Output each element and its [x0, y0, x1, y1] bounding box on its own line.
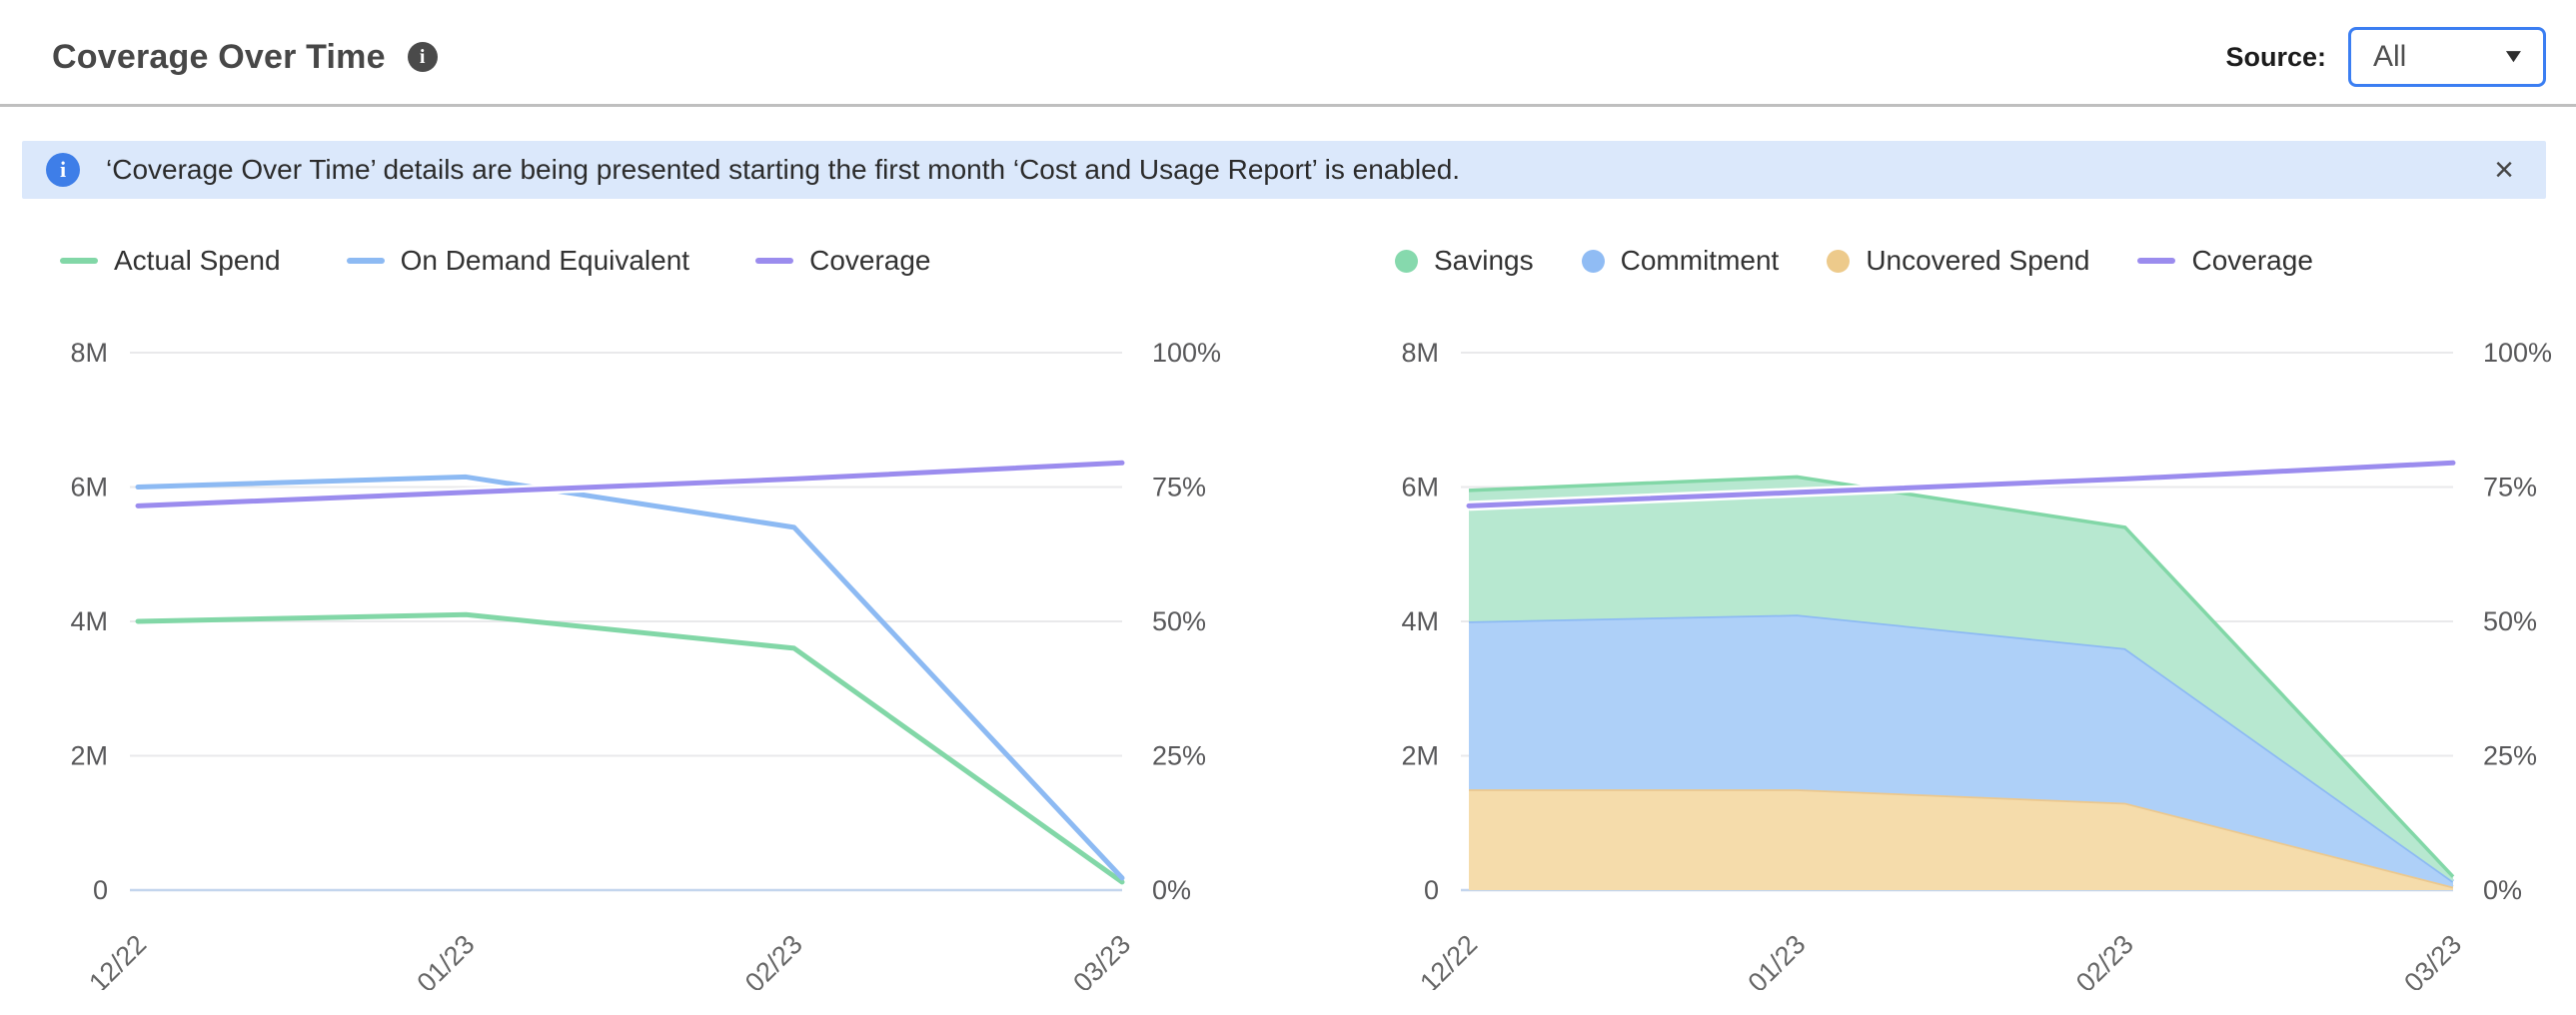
left-axis-tick: 0 — [1424, 875, 1439, 905]
coverage-swatch-icon — [2137, 258, 2175, 264]
info-icon[interactable]: i — [408, 42, 438, 72]
legend-item-on-demand-equivalent[interactable]: On Demand Equivalent — [347, 245, 690, 277]
legend-item-commitment[interactable]: Commitment — [1582, 245, 1780, 277]
x-axis-label: 03/23 — [1067, 929, 1136, 990]
right-axis-tick: 100% — [1152, 338, 1221, 368]
left-axis-tick: 8M — [70, 338, 108, 368]
x-axis-label: 01/23 — [412, 929, 481, 990]
on-demand-equivalent-swatch-icon — [347, 258, 385, 264]
info-banner: i ‘Coverage Over Time’ details are being… — [22, 141, 2546, 199]
area-chart-svg: 8M 100% 6M 75% 4M 50% 2M 25% 0 0% 12/22 01/23 02/23 0… — [1359, 291, 2576, 990]
left-axis-tick: 8M — [1401, 338, 1439, 368]
x-axis-label: 12/22 — [83, 929, 152, 990]
panel-header: Coverage Over Time i Source: All ▼ — [0, 0, 2576, 107]
legend-label: Actual Spend — [114, 245, 281, 277]
coverage-swatch-icon — [755, 258, 793, 264]
left-axis-tick: 0 — [93, 875, 108, 905]
legend-label: On Demand Equivalent — [401, 245, 690, 277]
spend-coverage-line-chart: Actual Spend On Demand Equivalent Coverage… — [28, 239, 1267, 990]
banner-info-icon: i — [46, 153, 80, 187]
left-axis-tick: 2M — [1401, 741, 1439, 771]
actual-spend-swatch-icon — [60, 258, 98, 264]
series-on-demand-equivalent — [138, 477, 1122, 877]
banner-text: ‘Coverage Over Time’ details are being p… — [106, 154, 1460, 186]
left-axis-tick: 6M — [70, 473, 108, 503]
left-axis-tick: 6M — [1401, 473, 1439, 503]
left-axis-tick: 4M — [1401, 606, 1439, 636]
left-axis-tick: 4M — [70, 606, 108, 636]
legend-item-actual-spend[interactable]: Actual Spend — [60, 245, 281, 277]
commitment-swatch-icon — [1582, 250, 1605, 273]
source-dropdown[interactable]: All ▼ — [2348, 27, 2546, 87]
source-label: Source: — [2225, 42, 2326, 73]
series-actual-spend — [138, 614, 1122, 882]
x-axis-label: 02/23 — [2070, 929, 2139, 990]
right-axis-tick: 50% — [2483, 606, 2537, 636]
right-axis-tick: 75% — [2483, 473, 2537, 503]
x-axis-label: 02/23 — [739, 929, 808, 990]
legend-item-uncovered-spend[interactable]: Uncovered Spend — [1827, 245, 2089, 277]
chevron-down-icon: ▼ — [2501, 46, 2526, 68]
banner-info-icon-glyph: i — [60, 157, 66, 183]
x-axis-label: 12/22 — [1414, 929, 1483, 990]
panel-header-left: Coverage Over Time i — [52, 38, 438, 77]
info-icon-glyph: i — [420, 46, 426, 69]
right-axis-tick: 0% — [1152, 875, 1191, 905]
legend-label: Coverage — [809, 245, 930, 277]
right-axis-tick: 75% — [1152, 473, 1206, 503]
panel-header-right: Source: All ▼ — [2225, 27, 2546, 87]
uncovered-spend-swatch-icon — [1827, 250, 1850, 273]
legend-label: Commitment — [1621, 245, 1780, 277]
source-dropdown-value: All — [2373, 40, 2406, 74]
savings-swatch-icon — [1395, 250, 1418, 273]
legend-item-coverage[interactable]: Coverage — [755, 245, 930, 277]
charts-row: Actual Spend On Demand Equivalent Coverage… — [0, 199, 2576, 990]
legend-label: Coverage — [2191, 245, 2312, 277]
x-axis-label: 01/23 — [1743, 929, 1812, 990]
area-chart-legend: Savings Commitment Uncovered Spend Coverage — [1359, 239, 2576, 283]
left-axis-tick: 2M — [70, 741, 108, 771]
right-axis-tick: 100% — [2483, 338, 2552, 368]
legend-label: Savings — [1434, 245, 1534, 277]
right-axis-tick: 25% — [2483, 741, 2537, 771]
line-chart-legend: Actual Spend On Demand Equivalent Coverage — [28, 239, 1267, 283]
coverage-over-time-panel: Coverage Over Time i Source: All ▼ i ‘Co… — [0, 0, 2576, 1015]
right-axis-tick: 50% — [1152, 606, 1206, 636]
page-title: Coverage Over Time — [52, 38, 386, 77]
right-axis-tick: 0% — [2483, 875, 2522, 905]
legend-label: Uncovered Spend — [1866, 245, 2089, 277]
legend-item-savings[interactable]: Savings — [1395, 245, 1534, 277]
legend-item-coverage[interactable]: Coverage — [2137, 245, 2312, 277]
line-chart-svg: 8M 100% 6M 75% 4M 50% 2M 25% 0 0% 12/22 01/23 02/23 0… — [28, 291, 1267, 990]
x-axis-label: 03/23 — [2398, 929, 2467, 990]
savings-stacked-area-chart: Savings Commitment Uncovered Spend Coverage… — [1359, 239, 2576, 990]
close-icon[interactable]: × — [2488, 149, 2520, 191]
right-axis-tick: 25% — [1152, 741, 1206, 771]
